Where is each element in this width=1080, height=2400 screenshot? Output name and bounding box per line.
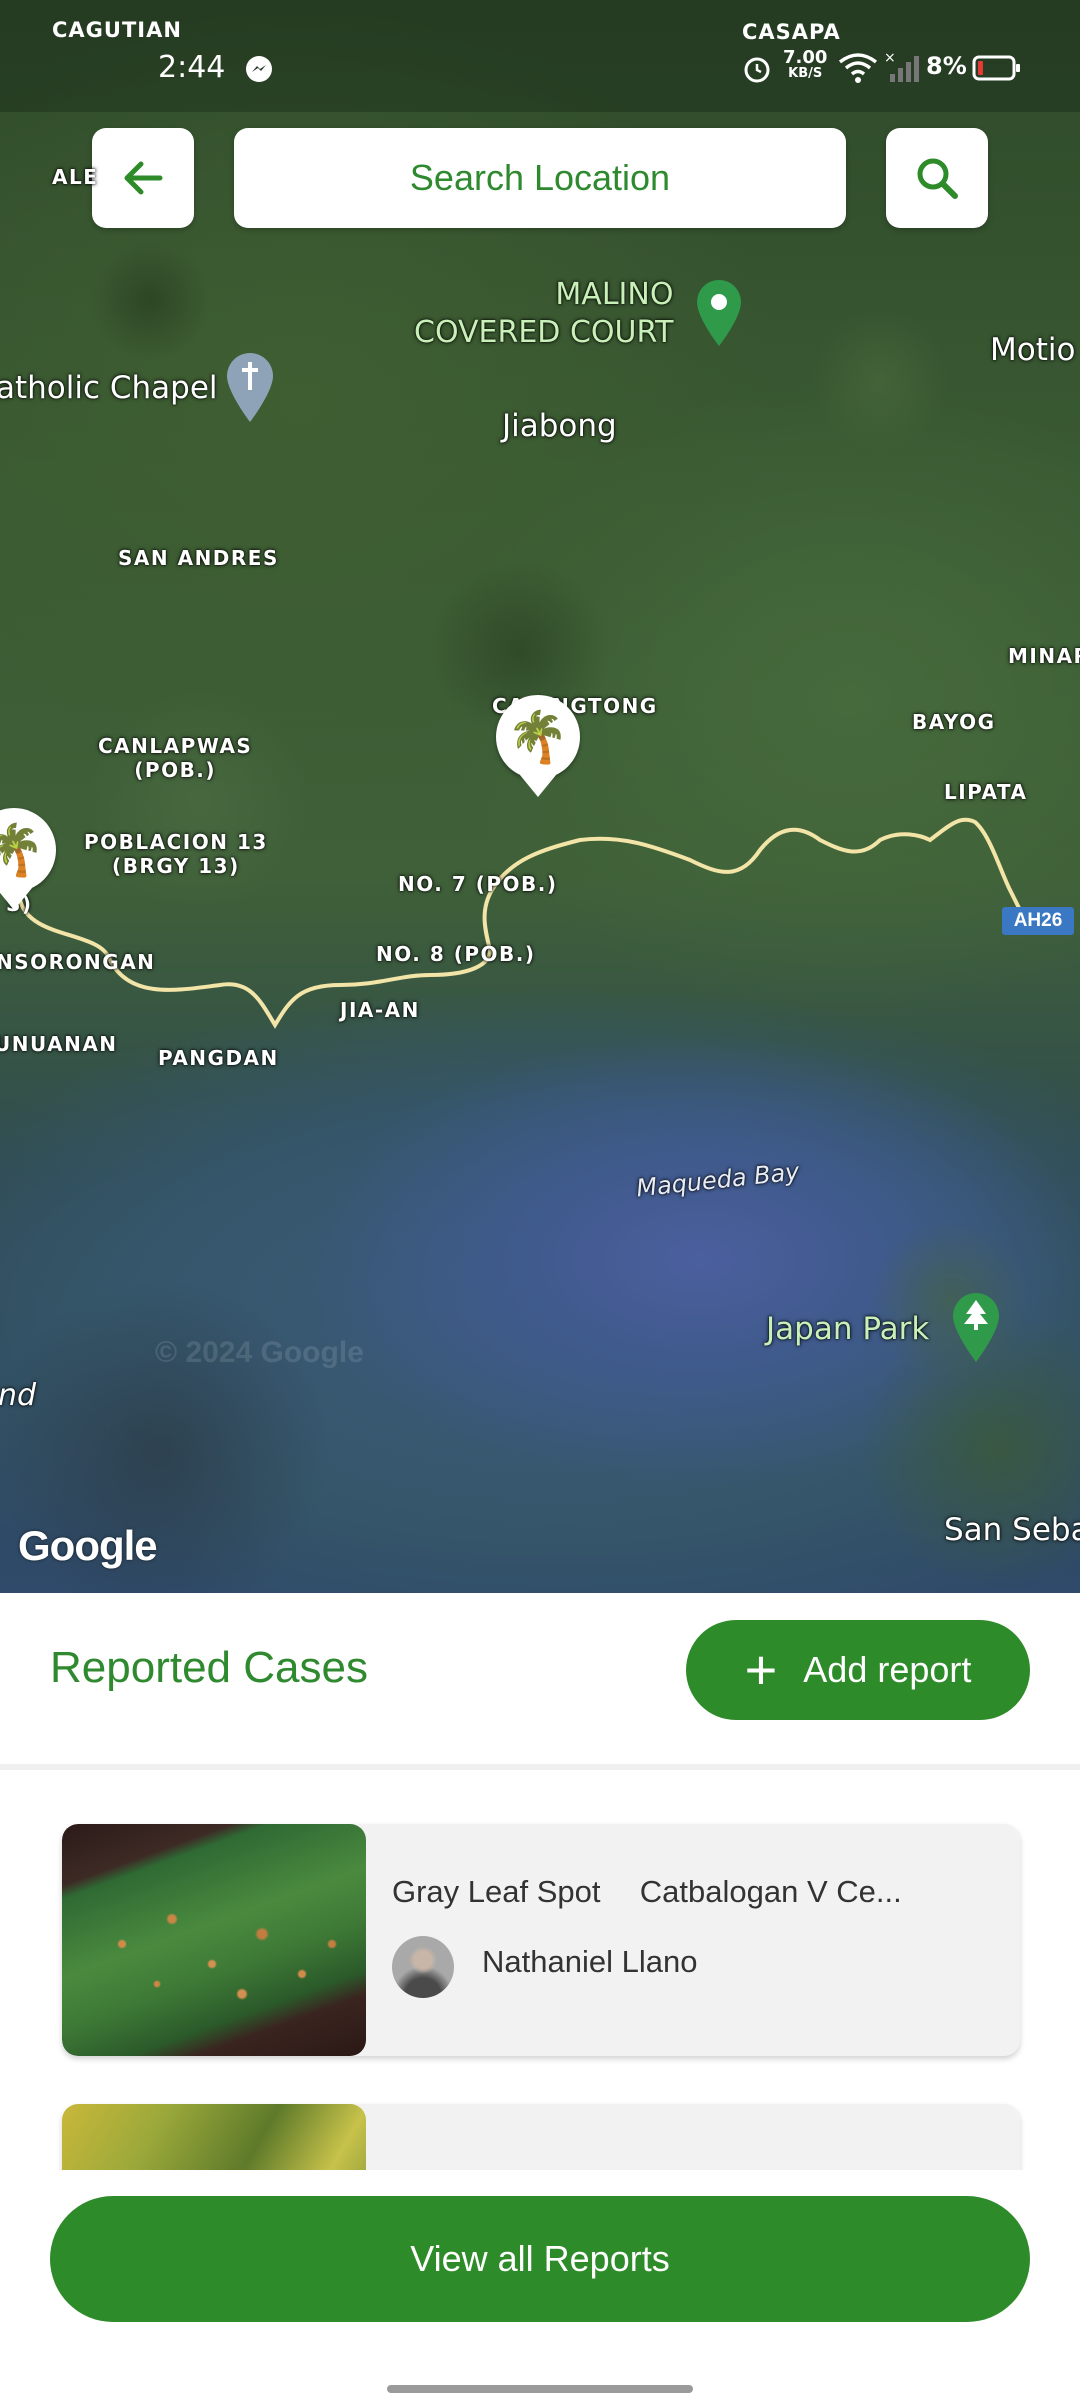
map-label-nd: nd — [0, 1378, 37, 1413]
map-label-jiabong: Jiabong — [502, 408, 617, 444]
map-label-ale: ALE — [52, 165, 99, 189]
arrow-left-icon — [120, 155, 166, 201]
route-shield-ah26: AH26 — [1002, 907, 1074, 935]
map-label-japan-park: Japan Park — [766, 1311, 930, 1347]
map-label-no-8: NO. 8 (POB.) — [376, 942, 536, 966]
map-label-catholic-chapel: atholic Chapel — [0, 370, 218, 406]
report-thumbnail — [62, 1824, 366, 2056]
status-carrier-left: CAGUTIAN — [52, 18, 182, 42]
battery-percent: 8% — [926, 52, 967, 80]
report-title: Gray Leaf Spot Catbalogan V Ce... — [392, 1874, 902, 1910]
google-logo: Google — [18, 1522, 158, 1569]
wifi-icon — [838, 52, 878, 84]
report-card[interactable]: Gray Leaf Spot Catbalogan V Ce... Nathan… — [62, 1824, 1020, 2056]
add-report-label: Add report — [803, 1649, 972, 1690]
palm-tree-icon: 🌴 — [0, 808, 56, 892]
map-view[interactable]: CAGUTIAN 2:44 CASAPA 7.00 KB/S × 8% Sear… — [0, 0, 1080, 1593]
messenger-icon — [244, 54, 274, 84]
map-label-poblacion-13: POBLACION 13 (BRGY 13) — [84, 830, 268, 878]
report-disease: Gray Leaf Spot — [392, 1874, 601, 1909]
view-all-reports-button[interactable]: View all Reports — [50, 2196, 1030, 2322]
report-list[interactable]: Gray Leaf Spot Catbalogan V Ce... Nathan… — [0, 1770, 1080, 2170]
map-label-jia-an: JIA-AN — [340, 998, 420, 1022]
palm-tree-marker[interactable]: 🌴 — [496, 695, 580, 801]
add-report-button[interactable]: + Add report — [686, 1620, 1030, 1720]
park-pin-icon — [950, 1290, 1002, 1369]
palm-tree-icon: 🌴 — [496, 695, 580, 779]
map-label-no-7: NO. 7 (POB.) — [398, 872, 558, 896]
map-label-nsorongan: NSORONGAN — [0, 950, 156, 974]
map-label-pangdan: PANGDAN — [158, 1046, 279, 1070]
search-button[interactable] — [886, 128, 988, 228]
reporter-name: Nathaniel Llano — [482, 1944, 698, 1979]
map-label-unuanan: UNUANAN — [0, 1032, 118, 1056]
battery-icon — [972, 54, 1022, 82]
net-speed-value: 7.00 — [783, 47, 828, 68]
report-thumbnail — [62, 2104, 366, 2170]
avatar — [392, 1936, 454, 1998]
chapel-pin-icon — [224, 350, 276, 429]
map-label-malino-covered-court: MALINO COVERED COURT — [414, 277, 674, 350]
palm-tree-marker[interactable]: 🌴 — [0, 808, 56, 914]
reported-cases-title: Reported Cases — [50, 1643, 368, 1692]
map-label-san-andres: SAN ANDRES — [118, 546, 279, 570]
status-time: 2:44 — [158, 50, 226, 85]
map-label-lipata: LIPATA — [944, 780, 1028, 804]
back-button[interactable] — [92, 128, 194, 228]
alarm-icon — [742, 54, 772, 84]
marker-tip — [520, 775, 556, 797]
map-watermark: © 2024 Google — [155, 1336, 364, 1369]
plus-icon: + — [744, 1638, 778, 1701]
map-label-motio: Motio — [990, 332, 1076, 368]
map-pin-icon — [694, 278, 744, 353]
status-bar: CAGUTIAN 2:44 CASAPA 7.00 KB/S × 8% — [0, 0, 1080, 112]
leaf-image — [62, 1824, 366, 2056]
search-icon — [912, 153, 962, 203]
svg-text:×: × — [884, 52, 896, 66]
net-speed: 7.00 KB/S — [783, 47, 828, 82]
leaf-image — [62, 2104, 366, 2170]
search-location-input[interactable]: Search Location — [234, 128, 846, 228]
home-indicator[interactable] — [387, 2385, 693, 2393]
net-speed-unit: KB/S — [788, 66, 823, 81]
report-card[interactable] — [62, 2104, 1020, 2170]
map-label-san-seba: San Seba — [944, 1512, 1080, 1548]
map-label-canlapwas: CANLAPWAS (POB.) — [98, 734, 253, 782]
map-label-minar: MINAR — [1008, 644, 1080, 668]
status-carrier-right: CASAPA — [742, 20, 841, 44]
signal-icon: × — [884, 50, 920, 84]
marker-tip — [0, 888, 32, 910]
report-location: Catbalogan V Ce... — [639, 1874, 902, 1909]
map-label-bayog: BAYOG — [912, 710, 996, 734]
